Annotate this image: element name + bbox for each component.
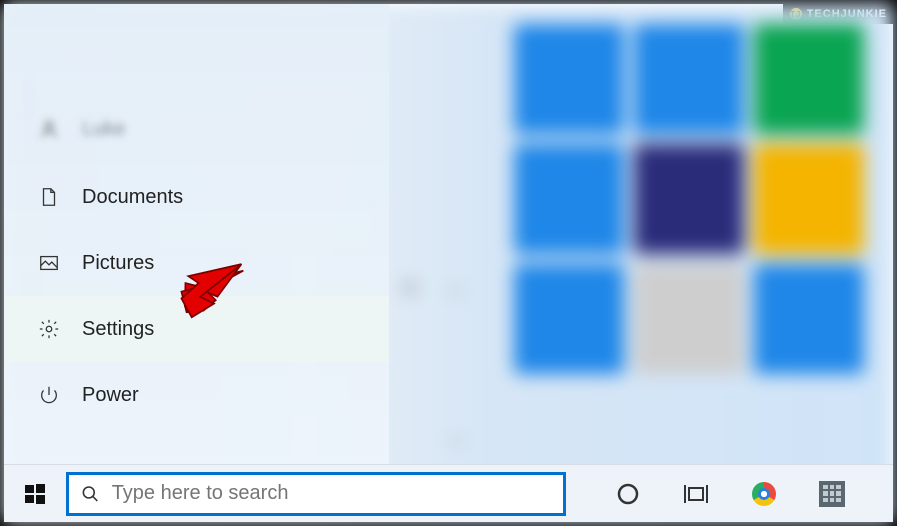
- search-input[interactable]: [112, 482, 551, 505]
- calculator-icon: [819, 481, 845, 507]
- start-tile[interactable]: [514, 264, 624, 374]
- person-icon: [38, 118, 60, 140]
- profile-username: Luke: [82, 118, 125, 141]
- sidebar-item-label: Documents: [82, 186, 183, 209]
- search-icon: [81, 484, 100, 504]
- chevron-down-icon[interactable]: ⌄: [446, 424, 464, 450]
- start-menu-sidebar: Luke Documents Pictures Settings Power: [4, 4, 389, 464]
- start-tile[interactable]: [514, 24, 624, 134]
- sidebar-item-documents[interactable]: Documents: [4, 164, 389, 230]
- pictures-icon: [38, 252, 60, 274]
- screenshot-frame: TJ TECHJUNKIE e ⌄ ⌄ Luke: [0, 0, 897, 526]
- cortana-button[interactable]: [614, 480, 642, 508]
- red-arrow-annotation: [179, 259, 249, 319]
- sidebar-item-power[interactable]: Power: [4, 362, 389, 428]
- sidebar-item-label: Pictures: [82, 252, 154, 275]
- start-tile[interactable]: [754, 24, 864, 134]
- sidebar-item-label: Power: [82, 384, 139, 407]
- start-button[interactable]: [4, 482, 66, 506]
- sidebar-item-profile[interactable]: Luke: [4, 94, 389, 164]
- chrome-icon: [752, 482, 776, 506]
- start-tile[interactable]: [514, 144, 624, 254]
- document-icon: [38, 186, 60, 208]
- taskbar-search[interactable]: [66, 472, 566, 516]
- chevron-down-icon[interactable]: ⌄: [446, 274, 464, 300]
- taskbar: [4, 464, 893, 522]
- start-tile[interactable]: [634, 264, 744, 374]
- sidebar-item-label: Settings: [82, 318, 154, 341]
- task-view-icon: [683, 483, 709, 505]
- gear-icon: [38, 318, 60, 340]
- calculator-taskbar-button[interactable]: [818, 480, 846, 508]
- chrome-taskbar-button[interactable]: [750, 480, 778, 508]
- task-view-button[interactable]: [682, 480, 710, 508]
- app-letter: e: [404, 274, 416, 300]
- start-tile[interactable]: [754, 264, 864, 374]
- start-tile[interactable]: [754, 144, 864, 254]
- power-icon: [38, 384, 60, 406]
- windows-logo-icon: [23, 482, 47, 506]
- start-tile[interactable]: [634, 24, 744, 134]
- taskbar-icons: [614, 480, 846, 508]
- cortana-icon: [616, 482, 640, 506]
- start-tile[interactable]: [634, 144, 744, 254]
